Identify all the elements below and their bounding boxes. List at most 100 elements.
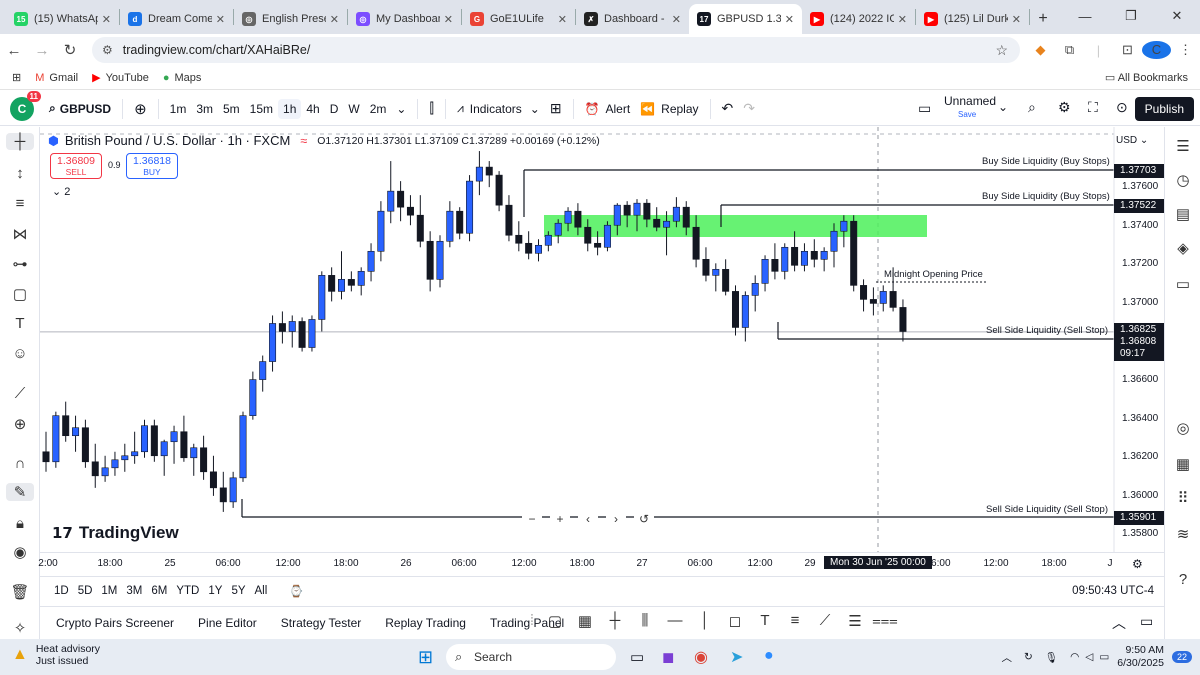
calendar-icon[interactable]: ▦	[1165, 455, 1200, 473]
camera-icon[interactable]: ⊙	[1116, 99, 1128, 116]
new-tab-icon[interactable]: +	[1030, 4, 1056, 34]
stream-icon[interactable]: ≋	[1165, 525, 1200, 543]
close-tab-icon[interactable]: ✕	[898, 13, 907, 26]
interval-1h[interactable]: 1h	[278, 98, 302, 119]
layers-icon[interactable]: ◈	[1165, 239, 1200, 257]
tray-overflow-icon[interactable]: ︿	[1001, 650, 1012, 665]
range-1m[interactable]: 1M	[101, 585, 117, 597]
apps-icon[interactable]: ⊞	[12, 71, 21, 84]
volume-icon[interactable]: ◁	[1085, 651, 1093, 663]
chevron-down-icon[interactable]: ⌄	[391, 102, 411, 116]
stay-in-drawing-icon[interactable]: ✎	[6, 483, 34, 501]
data-window-icon[interactable]: ▤	[1165, 205, 1200, 223]
text-icon[interactable]: T	[0, 315, 40, 332]
collapse-indicators[interactable]: ⌄ 2	[52, 185, 70, 198]
back-icon[interactable]: ←	[0, 42, 28, 59]
browser-tab[interactable]: 17 GBPUSD 1.36 ✕	[689, 4, 802, 34]
alerts-clock-icon[interactable]: ◷	[1165, 171, 1200, 189]
zoom-icon[interactable]: ●	[764, 647, 774, 665]
layout-icon[interactable]: ▭	[918, 100, 931, 117]
time-axis[interactable]: J 18:00 12:00 29 12:00 06:00 27 18:00 12:00 06:00…	[38, 552, 1164, 574]
vertical-bars-icon[interactable]: ⫼	[630, 612, 660, 630]
bookmark-star-icon[interactable]: ☆	[995, 42, 1008, 59]
chrome-icon[interactable]: ◉	[694, 647, 708, 667]
bookmark-youtube[interactable]: ▶ YouTube	[92, 71, 149, 85]
chevron-down-icon[interactable]: ⌄	[998, 100, 1008, 114]
zoom-out-icon[interactable]: −	[522, 509, 542, 529]
fullscreen-icon[interactable]: ⛶	[1088, 99, 1098, 116]
browser-tab[interactable]: 15 (15) WhatsApp ✕	[6, 4, 119, 34]
meet-icon[interactable]: ◼	[662, 648, 674, 666]
url-input[interactable]: ⚙ tradingview.com/chart/XAHaiBRe/ ☆	[92, 37, 1020, 63]
interval-3m[interactable]: 3m	[191, 99, 218, 119]
fib-icon[interactable]: ≡	[0, 195, 40, 212]
browser-tab[interactable]: ✗ Dashboard - X ✕	[576, 4, 689, 34]
watchlist-icon[interactable]: ☰	[1165, 137, 1200, 155]
interval-4h[interactable]: 4h	[301, 99, 324, 119]
geometric-shapes-icon[interactable]: ▢	[0, 285, 40, 303]
profile-avatar[interactable]: C	[1142, 41, 1171, 59]
tv-logo[interactable]: C 11	[10, 90, 41, 121]
fib-retracement-icon[interactable]: ≡	[780, 612, 810, 630]
apps-grid-icon[interactable]: ⠿	[1165, 489, 1200, 507]
sync-icon[interactable]: ↻	[1024, 651, 1033, 663]
symbol-search[interactable]: ⌕ GBPUSD	[44, 101, 116, 116]
close-tab-icon[interactable]: ✕	[1012, 13, 1021, 26]
chart-pane[interactable]: ⬢ British Pound / U.S. Dollar · 1h · FXC…	[40, 127, 1164, 552]
notification-count[interactable]: 22	[1171, 651, 1192, 663]
emoji-icon[interactable]: ☺	[0, 345, 40, 362]
compare-icon[interactable]: ⊕	[129, 100, 152, 118]
close-tab-icon[interactable]: ✕	[330, 13, 339, 26]
compare-wave-icon[interactable]: ≈	[300, 134, 307, 148]
panel-tab[interactable]: Pine Editor	[198, 616, 257, 630]
range-all[interactable]: All	[255, 585, 268, 597]
fib-channel-icon[interactable]: ⩶	[870, 612, 900, 630]
undo-icon[interactable]: ↶	[717, 100, 739, 117]
buy-button[interactable]: 1.36818 BUY	[126, 153, 178, 179]
object-tree-icon[interactable]: ✧	[0, 619, 40, 637]
quick-search-icon[interactable]: ⌕	[1028, 99, 1036, 116]
text-anchor-icon[interactable]: T	[750, 612, 780, 630]
rectangle-icon[interactable]: ▢	[540, 612, 570, 630]
panel-tab[interactable]: Strategy Tester	[281, 616, 361, 630]
browser-menu-icon[interactable]: ⋮	[1171, 42, 1200, 58]
zoom-in-icon[interactable]: ⊕	[0, 415, 40, 433]
taskbar-search[interactable]: ⌕ Search	[446, 644, 616, 670]
wifi-icon[interactable]: ◠	[1070, 651, 1079, 663]
windows-start-icon[interactable]: ⊞	[418, 647, 433, 668]
range-ytd[interactable]: YTD	[176, 585, 199, 597]
maximize-panel-icon[interactable]: ▭	[1140, 613, 1153, 630]
interval-1m[interactable]: 1m	[165, 99, 192, 119]
weather-widget[interactable]: ▲ Heat advisory Just issued	[12, 643, 100, 667]
callout-icon[interactable]: ◻	[720, 612, 750, 630]
alert-button[interactable]: ⏰ Alert	[580, 102, 636, 116]
battery-icon[interactable]: ▭	[1099, 651, 1109, 663]
drag-handle-icon[interactable]: ⁞	[524, 612, 540, 630]
pattern-icon[interactable]: ⋈	[0, 225, 40, 243]
interval-5m[interactable]: 5m	[218, 99, 245, 119]
browser-tab[interactable]: ◎ My Dashboar ✕	[348, 4, 461, 34]
reset-icon[interactable]: ↺	[634, 509, 654, 529]
eye-icon[interactable]: ◉	[0, 543, 40, 561]
mic-icon[interactable]: 🎙︎	[1045, 651, 1058, 664]
vertical-line-icon[interactable]: │	[690, 612, 720, 630]
browser-tab[interactable]: ▶ (125) Lil Durk ✕	[916, 4, 1029, 34]
task-view-icon[interactable]: ▭	[630, 648, 644, 666]
zoom-in-icon[interactable]: +	[550, 509, 570, 529]
interval-W[interactable]: W	[343, 99, 364, 119]
interval-2m[interactable]: 2m	[365, 99, 392, 119]
trend-line-icon[interactable]: ⟋	[810, 612, 840, 630]
ruler-icon[interactable]: ⟋	[0, 385, 40, 402]
extensions-icon[interactable]: ⧉	[1055, 42, 1084, 58]
goto-date-icon[interactable]: ⌚	[289, 584, 303, 598]
browser-tab[interactable]: d Dream Come ✕	[120, 4, 233, 34]
parallel-channel-icon[interactable]: ☰	[840, 612, 870, 630]
close-window-icon[interactable]: ✕	[1154, 0, 1200, 32]
axis-settings-icon[interactable]: ⚙	[1132, 557, 1143, 571]
close-tab-icon[interactable]: ✕	[216, 13, 225, 26]
panel-tab[interactable]: Crypto Pairs Screener	[56, 616, 174, 630]
redo-icon[interactable]: ↷	[738, 100, 760, 117]
metamask-icon[interactable]: ◆	[1026, 42, 1055, 58]
collapse-panel-icon[interactable]: ︿	[1112, 613, 1126, 633]
candle-type-icon[interactable]: ⫿	[424, 100, 438, 117]
